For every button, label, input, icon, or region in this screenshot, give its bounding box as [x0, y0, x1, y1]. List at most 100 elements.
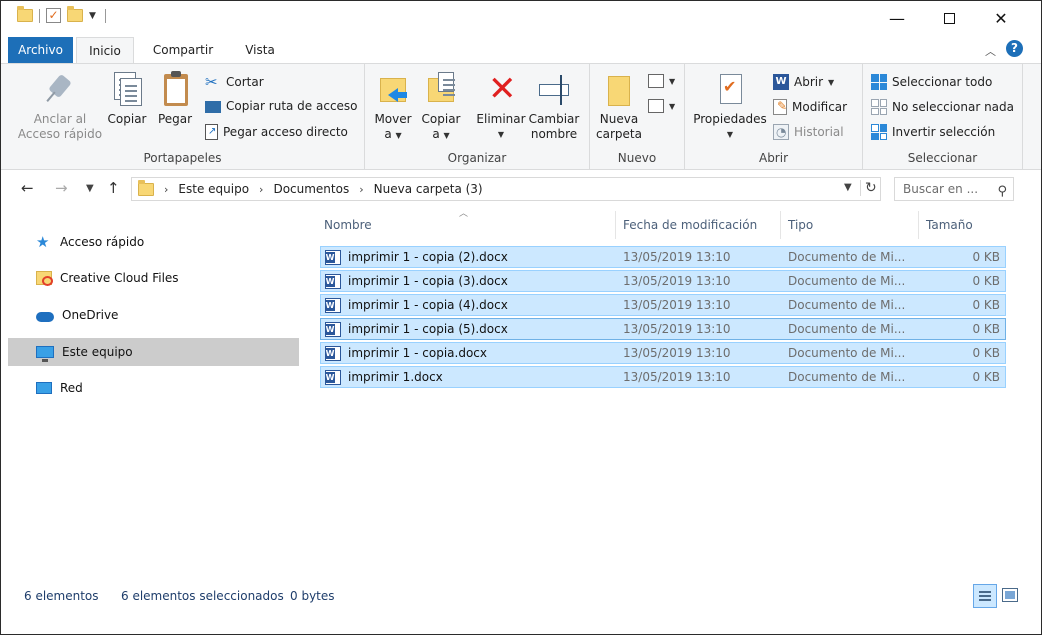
- column-divider[interactable]: [918, 211, 919, 239]
- open-label: Abrir: [794, 75, 824, 89]
- rename-icon: [537, 70, 571, 110]
- search-input[interactable]: Buscar en ... ⚲: [894, 177, 1014, 201]
- tab-archivo[interactable]: Archivo: [8, 37, 73, 63]
- file-row[interactable]: imprimir 1 - copia (4).docx 13/05/2019 1…: [320, 294, 1006, 316]
- breadcrumb-separator-icon[interactable]: ›: [359, 183, 363, 196]
- toolbar-separator: [39, 8, 40, 23]
- easy-access-dropdown-icon: ▼: [669, 101, 676, 111]
- cut-button[interactable]: ✂ Cortar: [205, 74, 264, 90]
- star-icon: ★: [36, 233, 50, 251]
- copy-icon: [110, 70, 144, 110]
- new-folder-icon: [602, 70, 636, 110]
- new-item-button[interactable]: ▼: [648, 74, 675, 88]
- maximize-button[interactable]: [923, 1, 975, 35]
- file-name: imprimir 1 - copia (3).docx: [348, 274, 508, 288]
- group-label-nuevo: Nuevo: [617, 151, 657, 165]
- select-none-button[interactable]: No seleccionar nada: [871, 99, 1014, 115]
- word-document-icon: [325, 370, 341, 385]
- file-row[interactable]: imprimir 1.docx 13/05/2019 13:10 Documen…: [320, 366, 1006, 388]
- nav-item-label: Este equipo: [62, 345, 133, 359]
- nav-item-label: Acceso rápido: [60, 235, 145, 249]
- navigation-bar: ← → ▼ ↑ › Este equipo › Documentos › Nue…: [1, 171, 1041, 207]
- paste-button[interactable]: Pegar: [153, 70, 197, 127]
- collapse-ribbon-icon[interactable]: ︿: [985, 43, 996, 59]
- easy-access-icon: [648, 99, 664, 113]
- file-name: imprimir 1 - copia (4).docx: [348, 298, 508, 312]
- column-divider[interactable]: [780, 211, 781, 239]
- breadcrumb-este-equipo[interactable]: Este equipo: [178, 182, 249, 196]
- title-bar: ✓ ▼ — ✕: [1, 1, 1041, 35]
- tab-vista[interactable]: Vista: [233, 37, 287, 63]
- computer-icon: [36, 346, 54, 362]
- file-date: 13/05/2019 13:10: [623, 250, 731, 264]
- file-size: 0 KB: [972, 274, 1000, 288]
- close-button[interactable]: ✕: [975, 1, 1027, 35]
- paste-shortcut-button[interactable]: Pegar acceso directo: [205, 124, 348, 140]
- pin-quick-access-button[interactable]: Anclar al Acceso rápido: [15, 70, 105, 142]
- file-date: 13/05/2019 13:10: [623, 346, 731, 360]
- edit-button[interactable]: Modificar: [773, 99, 847, 115]
- nav-item-acceso-rapido[interactable]: ★ Acceso rápido: [8, 228, 299, 256]
- tab-inicio[interactable]: Inicio: [76, 37, 134, 64]
- column-header-date[interactable]: Fecha de modificación: [623, 213, 757, 237]
- new-folder-label-1: Nueva: [599, 112, 639, 126]
- status-selected-size: 0 bytes: [290, 589, 335, 603]
- nav-item-creative-cloud[interactable]: Creative Cloud Files: [8, 264, 299, 292]
- move-to-button[interactable]: Mover a ▼: [371, 70, 415, 143]
- ribbon: Anclar al Acceso rápido Copiar Pegar ✂ C…: [1, 63, 1041, 170]
- file-type: Documento de Mi...: [788, 274, 906, 288]
- back-arrow-icon[interactable]: ←: [21, 179, 34, 197]
- breadcrumb-documentos[interactable]: Documentos: [273, 182, 349, 196]
- column-header-name[interactable]: Nombre: [324, 213, 372, 237]
- refresh-icon[interactable]: ↻: [860, 180, 880, 196]
- large-icons-view-icon[interactable]: [1002, 588, 1018, 602]
- breadcrumb-separator-icon[interactable]: ›: [164, 183, 168, 196]
- delete-button[interactable]: ✕ Eliminar ▼: [475, 70, 527, 142]
- copy-to-label-1: Copiar: [421, 112, 461, 126]
- file-row[interactable]: imprimir 1 - copia.docx 13/05/2019 13:10…: [320, 342, 1006, 364]
- file-row[interactable]: imprimir 1 - copia (3).docx 13/05/2019 1…: [320, 270, 1006, 292]
- file-row[interactable]: imprimir 1 - copia (2).docx 13/05/2019 1…: [320, 246, 1006, 268]
- nav-item-este-equipo[interactable]: Este equipo: [8, 338, 299, 366]
- properties-qat-icon[interactable]: ✓: [46, 8, 61, 23]
- tab-compartir[interactable]: Compartir: [141, 37, 225, 63]
- file-row[interactable]: imprimir 1 - copia (5).docx 13/05/2019 1…: [320, 318, 1006, 340]
- word-document-icon: [325, 274, 341, 289]
- details-view-icon[interactable]: [973, 584, 997, 608]
- help-icon[interactable]: ?: [1006, 40, 1023, 57]
- column-divider[interactable]: [615, 211, 616, 239]
- nav-item-label: Creative Cloud Files: [60, 271, 179, 285]
- nav-item-label: OneDrive: [62, 308, 119, 322]
- customize-qat-dropdown-icon[interactable]: ▼: [89, 11, 99, 21]
- copy-to-dropdown-icon: ▼: [443, 131, 450, 140]
- address-bar[interactable]: › Este equipo › Documentos › Nueva carpe…: [131, 177, 881, 201]
- file-type: Documento de Mi...: [788, 346, 906, 360]
- recent-locations-chevron-icon[interactable]: ▼: [86, 183, 94, 194]
- open-button[interactable]: W Abrir ▼: [773, 74, 834, 90]
- rename-button[interactable]: Cambiar nombre: [527, 70, 581, 142]
- column-header-size[interactable]: Tamaño: [926, 213, 973, 237]
- pin-icon: [43, 70, 77, 110]
- new-folder-qat-icon[interactable]: [67, 6, 83, 22]
- history-button[interactable]: Historial: [773, 124, 844, 140]
- minimize-button[interactable]: —: [871, 1, 923, 35]
- up-arrow-icon[interactable]: ↑: [107, 179, 120, 197]
- word-document-icon: [325, 298, 341, 313]
- invert-selection-button[interactable]: Invertir selección: [871, 124, 995, 140]
- breadcrumb-nueva-carpeta[interactable]: Nueva carpeta (3): [374, 182, 483, 196]
- nav-item-red[interactable]: Red: [8, 374, 299, 402]
- copy-to-icon: [424, 70, 458, 110]
- address-dropdown-icon[interactable]: ▼: [844, 182, 852, 193]
- copy-path-button[interactable]: Copiar ruta de acceso: [205, 99, 358, 113]
- status-item-count: 6 elementos: [24, 589, 99, 603]
- copy-to-button[interactable]: Copiar a ▼: [419, 70, 463, 143]
- forward-arrow-icon[interactable]: →: [55, 179, 68, 197]
- new-folder-button[interactable]: Nueva carpeta: [594, 70, 644, 142]
- easy-access-button[interactable]: ▼: [648, 99, 675, 113]
- select-all-button[interactable]: Seleccionar todo: [871, 74, 992, 90]
- copy-button[interactable]: Copiar: [105, 70, 149, 127]
- column-header-type[interactable]: Tipo: [788, 213, 813, 237]
- properties-button[interactable]: Propiedades ▼: [691, 70, 769, 142]
- nav-item-onedrive[interactable]: OneDrive: [8, 301, 299, 329]
- breadcrumb-separator-icon[interactable]: ›: [259, 183, 263, 196]
